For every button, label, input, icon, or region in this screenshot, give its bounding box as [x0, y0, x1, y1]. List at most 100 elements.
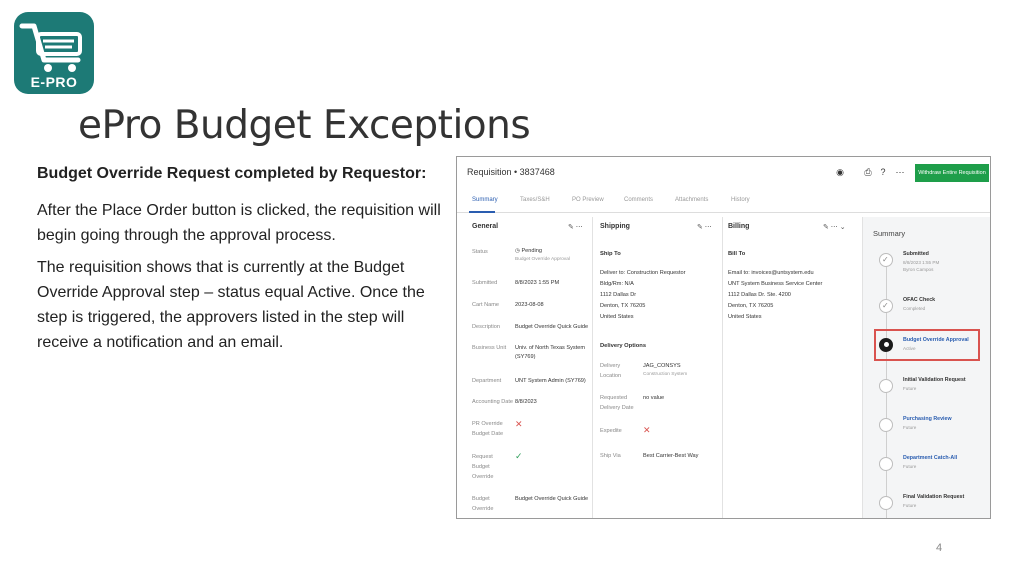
- submitted-label: Submitted: [472, 280, 498, 286]
- logo-text: E-PRO: [30, 74, 78, 90]
- step-name[interactable]: OFAC Check: [903, 297, 935, 303]
- step-future-icon: [879, 379, 893, 393]
- tab-attachments[interactable]: Attachments: [675, 197, 708, 203]
- paragraph-2: The requisition shows that is currently …: [37, 259, 425, 351]
- bill-address-line: United States: [728, 314, 762, 320]
- budget-override-label: Budget: [472, 496, 490, 502]
- bill-address-line: Denton, TX 76205: [728, 303, 774, 309]
- cart-name-label: Cart Name: [472, 302, 500, 308]
- step-complete-icon: ✓: [879, 253, 893, 267]
- column-divider: [592, 217, 593, 518]
- department-value: UNT System Admin (SY769): [515, 378, 586, 384]
- ship-via-label: Ship Via: [600, 453, 621, 459]
- bill-address-line: UNT System Business Service Center: [728, 281, 823, 287]
- description-label: Description: [472, 324, 500, 330]
- step-name[interactable]: Department Catch-All: [903, 455, 957, 461]
- accounting-date-label: Accounting Date: [472, 399, 514, 405]
- bill-to-label: Bill To: [728, 251, 746, 257]
- billing-heading: Billing: [728, 223, 750, 230]
- ship-address-line: Deliver to: Construction Requestor: [600, 270, 686, 276]
- budget-override-value: Budget Override Quick Guide: [515, 496, 589, 502]
- column-divider: [722, 217, 723, 518]
- budget-override-label-2: Override: [472, 506, 494, 512]
- status-value: ◷ Pending: [515, 248, 542, 254]
- business-unit-label: Business Unit: [472, 345, 507, 351]
- close-icon: ✕: [515, 419, 523, 429]
- tab-summary[interactable]: Summary: [472, 197, 498, 203]
- ship-address-line: United States: [600, 314, 634, 320]
- step-status: Future: [903, 425, 917, 430]
- step-future-icon: [879, 457, 893, 471]
- step-status: Completed: [903, 306, 926, 311]
- requisition-tabs: Summary Taxes/S&H PO Preview Comments At…: [457, 193, 990, 213]
- epro-logo: E-PRO: [14, 12, 94, 94]
- step-status: 8/8/2023 1:55 PM: [903, 260, 940, 265]
- bill-address-line: 1112 Dallas Dr. Ste. 4200: [728, 292, 791, 298]
- tab-history[interactable]: History: [731, 197, 750, 203]
- edit-shipping-icon[interactable]: ✎ ⋯: [697, 223, 712, 231]
- approval-summary-panel: Summary ✓ Submitted 8/8/2023 1:55 PM Byr…: [862, 217, 990, 518]
- requested-date-label-2: Delivery Date: [600, 405, 634, 411]
- page-number: 4: [936, 542, 943, 554]
- delivery-location-value: JAG_CONSYS: [643, 363, 681, 369]
- ship-address-line: Bldg/Rm: N/A: [600, 281, 634, 287]
- shipping-heading: Shipping: [600, 223, 630, 230]
- request-override-label-2: Budget: [472, 464, 490, 470]
- department-label: Department: [472, 378, 502, 384]
- step-name[interactable]: Submitted: [903, 251, 929, 257]
- lead-text: Budget Override Request completed by Req…: [37, 165, 427, 182]
- more-icon[interactable]: ⋯: [895, 167, 905, 177]
- general-heading: General: [472, 223, 499, 230]
- step-status: Future: [903, 464, 917, 469]
- bill-address-line: Email to: invoices@untsystem.edu: [728, 270, 814, 276]
- requested-date-value: no value: [643, 395, 665, 401]
- submitted-value: 8/8/2023 1:55 PM: [515, 280, 560, 286]
- edit-general-icon[interactable]: ✎ ⋯: [568, 223, 583, 231]
- eye-icon[interactable]: ◉: [835, 167, 845, 177]
- requested-date-label: Requested: [600, 395, 628, 401]
- description-value: Budget Override Quick Guide: [515, 324, 589, 330]
- status-step: Budget Override Approval: [515, 257, 570, 262]
- accounting-date-value: 8/8/2023: [515, 399, 537, 405]
- paragraph-1: After the Place Order button is clicked,…: [37, 202, 441, 244]
- business-unit-code: (SY769): [515, 354, 536, 360]
- cart-name-value: 2023-08-08: [515, 302, 544, 308]
- requisition-header: Requisition • 3837468 ◉ ⎙ ? ⋯ Withdraw E…: [457, 157, 990, 189]
- request-override-label: Request: [472, 454, 493, 460]
- step-name[interactable]: Purchasing Review: [903, 416, 952, 422]
- requisition-screenshot: Requisition • 3837468 ◉ ⎙ ? ⋯ Withdraw E…: [456, 156, 991, 519]
- step-future-icon: [879, 496, 893, 510]
- expedite-label: Expedite: [600, 428, 622, 434]
- step-complete-icon: ✓: [879, 299, 893, 313]
- ship-address-line: 1112 Dallas Dr: [600, 292, 637, 298]
- pr-override-label-2: Budget Date: [472, 431, 504, 437]
- step-name[interactable]: Initial Validation Request: [903, 377, 966, 383]
- pr-override-label: PR Override: [472, 421, 503, 427]
- step-future-icon: [879, 418, 893, 432]
- step-status: Byron Campos: [903, 267, 934, 272]
- edit-billing-icon[interactable]: ✎ ⋯ ⌄: [823, 223, 846, 231]
- step-status: Future: [903, 503, 917, 508]
- delivery-location-label: Delivery: [600, 363, 621, 369]
- delivery-location-label-2: Location: [600, 373, 622, 379]
- step-name[interactable]: Final Validation Request: [903, 494, 964, 500]
- requisition-title: Requisition • 3837468: [467, 167, 555, 177]
- tab-comments[interactable]: Comments: [624, 197, 653, 203]
- withdraw-requisition-button[interactable]: Withdraw Entire Requisition: [915, 164, 989, 182]
- close-icon: ✕: [643, 425, 651, 435]
- slide-title: ePro Budget Exceptions: [78, 103, 531, 148]
- print-icon[interactable]: ⎙: [863, 167, 873, 177]
- delivery-options-label: Delivery Options: [600, 343, 647, 349]
- active-step-highlight: [874, 329, 980, 361]
- ship-address-line: Denton, TX 76205: [600, 303, 646, 309]
- summary-title: Summary: [873, 229, 906, 238]
- tab-taxes[interactable]: Taxes/S&H: [520, 197, 550, 203]
- tab-po-preview[interactable]: PO Preview: [572, 197, 604, 203]
- step-status: Future: [903, 386, 917, 391]
- help-icon[interactable]: ?: [878, 167, 888, 177]
- status-label: Status: [472, 249, 488, 255]
- active-tab-indicator: [469, 211, 495, 213]
- ship-to-label: Ship To: [600, 251, 621, 257]
- business-unit-value: Univ. of North Texas System: [515, 345, 586, 351]
- delivery-location-sub: Construction System: [643, 372, 688, 377]
